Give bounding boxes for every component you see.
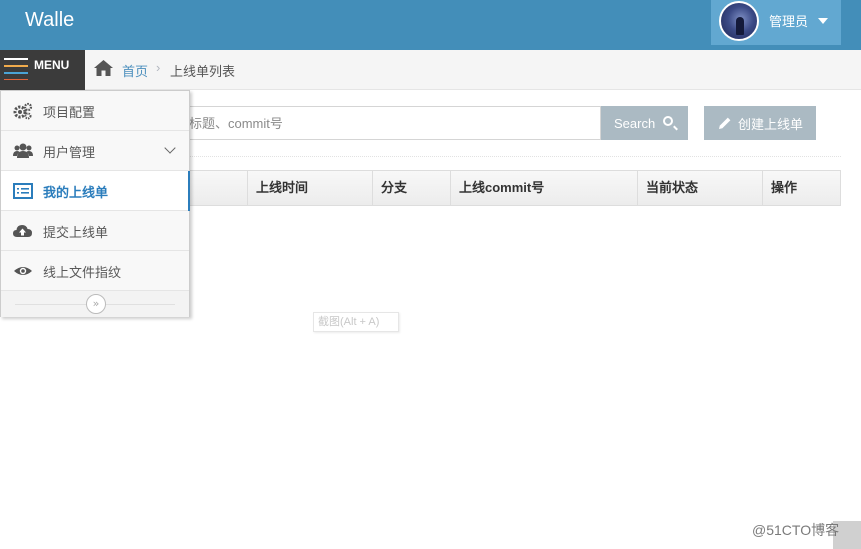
top-navbar: Walle 管理员 (0, 0, 861, 50)
breadcrumb-separator: › (156, 60, 161, 75)
users-icon (13, 143, 33, 158)
sidebar-item-my-releases[interactable]: 我的上线单 (1, 171, 190, 211)
sidebar-item-label: 我的上线单 (43, 185, 109, 200)
eye-icon (14, 267, 32, 275)
sidebar-item-file-fingerprint[interactable]: 线上文件指纹 (1, 251, 189, 291)
search-button-label: Search (614, 115, 656, 131)
sidebar-menu: 项目配置 用户管理 我的上线单 提交上线单 线上文件指纹 » (0, 90, 190, 317)
pencil-icon (719, 117, 731, 129)
gears-icon (13, 102, 33, 120)
user-menu[interactable]: 管理员 (711, 0, 841, 45)
breadcrumb-home-link[interactable]: 首页 (122, 61, 148, 80)
column-header-release-time[interactable]: 上线时间 (247, 171, 372, 205)
sidebar-item-label: 项目配置 (43, 105, 96, 120)
menu-toggle-button[interactable]: MENU (0, 50, 85, 90)
breadcrumb-current: 上线单列表 (170, 64, 236, 79)
home-icon (94, 60, 113, 76)
sidebar-item-label: 用户管理 (43, 145, 96, 160)
release-table: 上线时间 分支 上线commit号 当前状态 操作 (180, 170, 841, 206)
brand-logo[interactable]: Walle (25, 9, 74, 32)
hamburger-icon (4, 58, 28, 80)
watermark: @51CTO博客 (752, 522, 840, 538)
sidebar-item-label: 线上文件指纹 (43, 265, 122, 280)
create-release-button[interactable]: 创建上线单 (704, 106, 816, 140)
cloud-upload-icon (13, 225, 32, 237)
list-icon (13, 183, 33, 199)
user-name: 管理员 (769, 14, 809, 29)
divider (180, 156, 841, 157)
menu-toggle-label: MENU (34, 58, 70, 72)
create-release-label: 创建上线单 (738, 116, 804, 132)
sidebar-item-label: 提交上线单 (43, 225, 109, 240)
column-header-actions[interactable]: 操作 (762, 171, 840, 205)
search-icon (663, 116, 673, 126)
double-chevron-right-icon[interactable]: » (86, 294, 106, 314)
sidebar-item-submit-release[interactable]: 提交上线单 (1, 211, 189, 251)
search-input[interactable] (180, 106, 601, 140)
chevron-down-icon (164, 142, 176, 154)
sidebar-item-user-management[interactable]: 用户管理 (1, 131, 189, 171)
sidebar-collapse-row: » (1, 291, 189, 317)
column-header-status[interactable]: 当前状态 (637, 171, 762, 205)
corner-overlay (833, 521, 861, 549)
avatar (719, 1, 759, 41)
column-header-commit[interactable]: 上线commit号 (450, 171, 637, 205)
column-header-branch[interactable]: 分支 (372, 171, 450, 205)
caret-down-icon (818, 18, 828, 24)
search-button[interactable]: Search (601, 106, 688, 140)
screenshot-tooltip: 截图(Alt + A) (313, 312, 399, 332)
sidebar-item-project-config[interactable]: 项目配置 (1, 91, 189, 131)
